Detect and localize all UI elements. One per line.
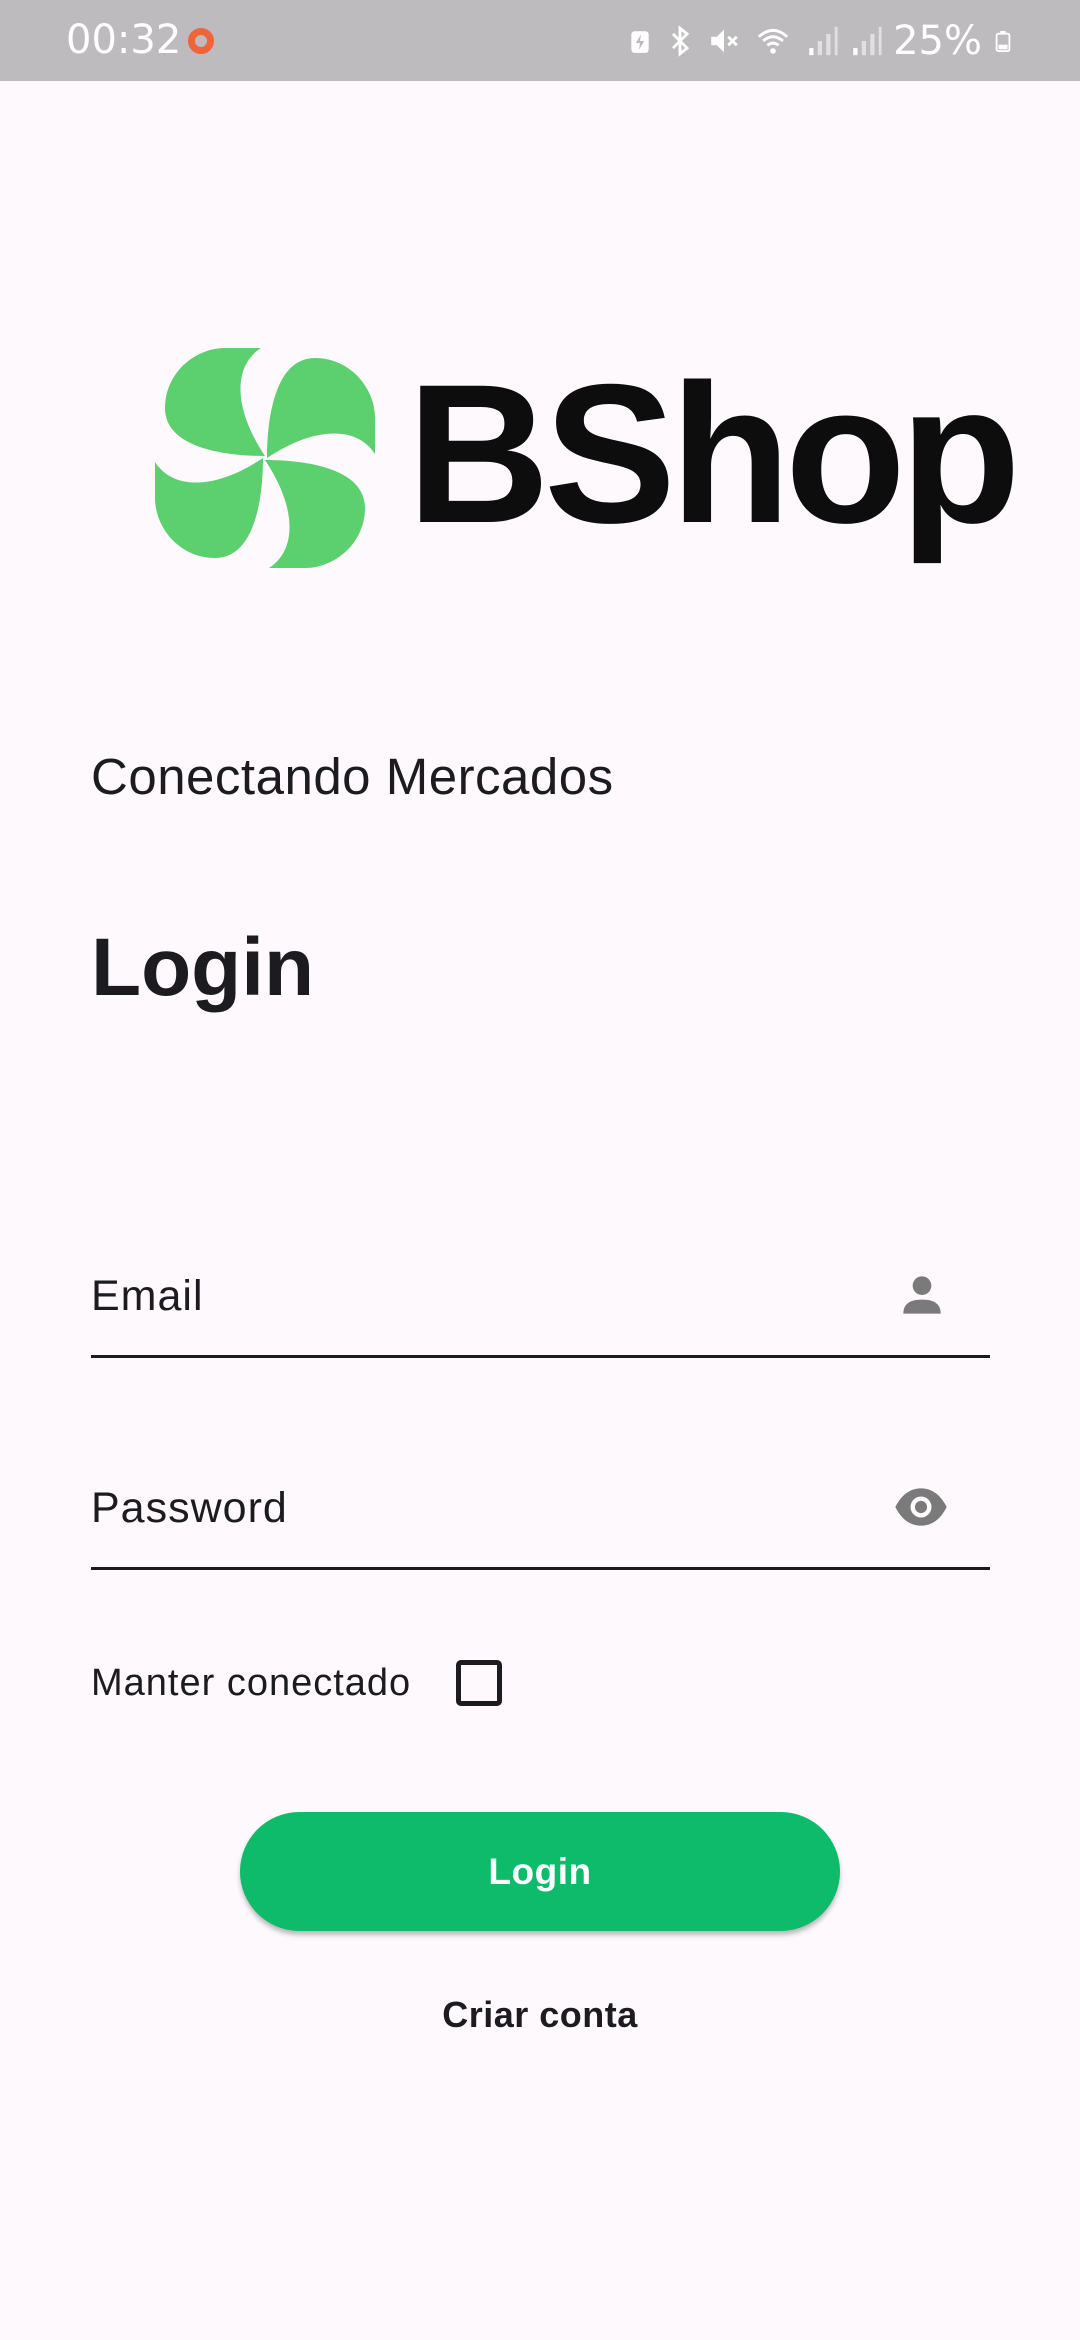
wifi-icon [757, 28, 789, 54]
bluetooth-icon [672, 24, 690, 57]
battery-saver-icon [631, 30, 649, 53]
keep-connected-label: Manter conectado [91, 1661, 412, 1704]
battery-icon [995, 30, 1011, 52]
recording-indicator-icon [188, 28, 214, 54]
password-field-container [91, 1449, 990, 1570]
email-field[interactable] [91, 1237, 891, 1355]
password-field[interactable] [91, 1449, 891, 1567]
mute-icon [711, 29, 738, 52]
login-button[interactable]: Login [240, 1812, 840, 1931]
tagline: Conectando Mercados [91, 748, 614, 805]
status-icons: 25% [627, 0, 1014, 81]
keep-connected-checkbox[interactable] [456, 1660, 503, 1706]
brand-name: BShop [407, 343, 1021, 564]
brand-logo: BShop [155, 348, 1021, 568]
pinwheel-logo-icon [155, 348, 375, 568]
signal-icon [853, 26, 882, 55]
status-time: 00:32 [66, 17, 182, 63]
signal-icon [809, 26, 838, 55]
email-field-container [91, 1237, 990, 1358]
battery-percent: 25% [893, 17, 982, 64]
page-title: Login [91, 922, 315, 1013]
eye-icon[interactable] [887, 1479, 955, 1535]
keep-connected-row: Manter conectado [91, 1650, 503, 1716]
status-bar: 00:32 25% [0, 0, 1080, 81]
person-icon [903, 1276, 941, 1314]
create-account-link[interactable]: Criar conta [340, 1985, 740, 2045]
